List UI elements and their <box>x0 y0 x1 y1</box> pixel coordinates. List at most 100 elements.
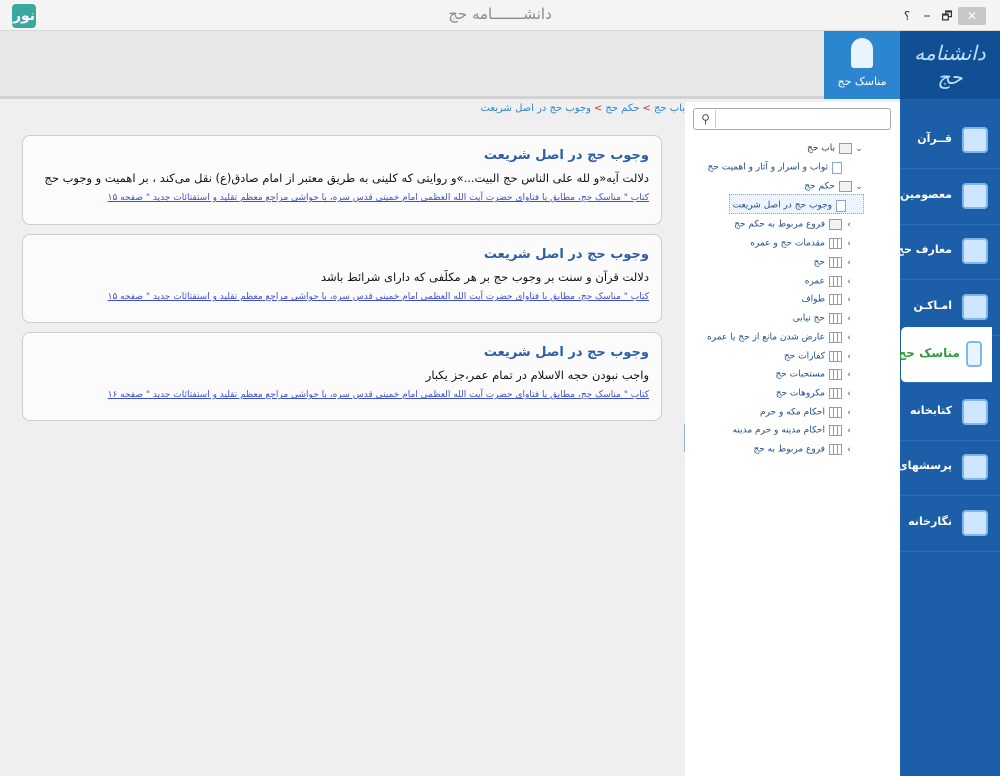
tree-item[interactable]: ⌄ حکم حج <box>804 176 866 196</box>
breadcrumb-separator: > <box>642 103 651 114</box>
expand-chevron-icon[interactable]: › <box>842 426 856 436</box>
expand-chevron-icon[interactable]: › <box>842 389 856 399</box>
result-card[interactable]: وجوب حج در اصل شریعت دلالت قرآن و سنت بر … <box>22 234 662 323</box>
expand-chevron-icon[interactable]: › <box>842 258 856 268</box>
expand-chevron-icon[interactable]: › <box>842 333 856 343</box>
tree-item-label: حج <box>813 257 825 268</box>
card-body: دلالت آیه«و لله علی الناس حج البیت...»و … <box>44 171 649 185</box>
book-icon <box>829 276 842 287</box>
brand-logo: دانشنامه حج <box>900 31 1000 99</box>
expand-chevron-icon[interactable]: › <box>842 220 856 230</box>
nav-item-1[interactable]: معصومین <box>900 169 1000 225</box>
kaaba-icon <box>962 238 988 264</box>
book-icon <box>829 351 842 362</box>
tree-item-label: فروع مربوط به حکم حج <box>734 219 825 230</box>
card-source-link[interactable]: کتاب " مناسک حج، مطابق با فتاوای حضرت آی… <box>35 390 649 400</box>
tree-item-label: ثواب و اسرار و آثار و اهمیت حج <box>707 162 828 173</box>
tree-item[interactable]: › مقدمات حج و عمره <box>750 233 856 253</box>
book-icon <box>829 407 842 418</box>
expand-chevron-icon[interactable]: › <box>842 277 856 287</box>
expand-chevron-icon[interactable]: › <box>842 295 856 305</box>
nav-item-2[interactable]: معارف حج <box>896 224 1000 280</box>
tree-item[interactable]: › مستحبات حج <box>775 364 856 384</box>
window-title: دانشـــــــامه حج <box>448 5 552 23</box>
close-button[interactable]: ✕ <box>958 7 986 25</box>
folder-icon <box>829 219 842 230</box>
book-icon <box>829 294 842 305</box>
tree-item-label: عارض شدن مانع از حج یا عمره <box>707 332 825 343</box>
tree-item[interactable]: ثواب و اسرار و آثار و اهمیت حج <box>707 157 856 177</box>
tree-item-label: فروع مربوط به حج <box>753 444 825 455</box>
card-source-link[interactable]: کتاب " مناسک حج، مطابق با فتاوای حضرت آی… <box>35 193 649 203</box>
minimize-button[interactable]: – <box>916 7 938 25</box>
tree-item-label: مستحبات حج <box>775 369 825 380</box>
expand-chevron-icon[interactable]: ⌄ <box>852 182 866 192</box>
top-banner: مناسک حج <box>0 31 900 99</box>
tree-item[interactable]: › عمره <box>805 271 856 291</box>
tree-item-label: حج نیابی <box>792 313 825 324</box>
breadcrumb-item[interactable]: وجوب حج در اصل شریعت <box>481 103 591 114</box>
restore-button[interactable]: 🗗 <box>936 7 958 25</box>
tree-item[interactable]: › عارض شدن مانع از حج یا عمره <box>707 327 856 347</box>
tree-item[interactable]: › طواف <box>801 289 856 309</box>
nav-item-6[interactable]: پرسشهای رایـج <box>868 440 1000 496</box>
tree-item[interactable]: › کفارات حج <box>784 346 856 366</box>
tree-item[interactable]: › فروع مربوط به حج <box>753 439 856 459</box>
tree-item-label: احکام مدینه و حرم مدینه <box>732 425 825 436</box>
tree-item-label: طواف <box>801 294 825 305</box>
help-button[interactable]: ؟ <box>896 7 918 25</box>
card-title: وجوب حج در اصل شریعت <box>483 148 649 163</box>
book-icon <box>829 257 842 268</box>
card-source-link[interactable]: کتاب " مناسک حج، مطابق با فتاوای حضرت آی… <box>35 292 649 302</box>
search-icon[interactable]: ⚲ <box>696 110 716 128</box>
nav-item-4[interactable]: مناسک حج <box>898 327 992 383</box>
expand-chevron-icon[interactable]: › <box>842 408 856 418</box>
doc-icon <box>832 161 842 174</box>
pilgrim-icon <box>966 341 982 367</box>
book-icon <box>829 238 842 249</box>
breadcrumb-item[interactable]: حکم حج <box>605 103 639 114</box>
expand-chevron-icon[interactable]: › <box>842 445 856 455</box>
nav-item-label: قــرآن <box>917 132 952 145</box>
tree-item[interactable]: › حج <box>814 252 856 272</box>
tree-search-box[interactable]: ⚲ <box>693 108 891 130</box>
expand-chevron-icon[interactable]: › <box>842 314 856 324</box>
tree-item[interactable]: وجوب حج در اصل شریعت <box>728 194 864 214</box>
library-icon <box>962 399 988 425</box>
faq-icon <box>962 454 988 480</box>
breadcrumb-item[interactable]: باب حج <box>654 103 685 114</box>
expand-chevron-icon[interactable]: › <box>842 352 856 362</box>
tree-item[interactable]: › فروع مربوط به حکم حج <box>734 214 856 234</box>
nav-item-7[interactable]: نگارخانه <box>900 496 1000 552</box>
tree-item[interactable]: › احکام مکه و حرم <box>760 402 856 422</box>
book-icon <box>829 388 842 399</box>
nav-item-5[interactable]: کتابخانه <box>900 385 1000 441</box>
nav-item-0[interactable]: قــرآن <box>900 113 1000 169</box>
shrine-icon <box>962 183 988 209</box>
book-icon <box>829 332 842 343</box>
main-nav: دانشنامه حج قــرآن معصومین معارف حج امـاکـن… <box>868 31 1000 776</box>
tree-item[interactable]: › حج نیابی <box>793 308 856 328</box>
nav-item-label: امـاکـن <box>913 299 952 312</box>
places-icon <box>962 294 988 320</box>
book-icon <box>829 444 842 455</box>
expand-chevron-icon[interactable]: ⌄ <box>852 144 866 154</box>
quran-icon <box>962 127 988 153</box>
tree-item-label: مکروهات حج <box>775 388 825 399</box>
card-title: وجوب حج در اصل شریعت <box>483 345 649 360</box>
folder-icon <box>839 143 852 154</box>
result-card[interactable]: وجوب حج در اصل شریعت واجب نبودن حجه الاسل… <box>22 332 662 421</box>
nav-item-label: معارف حج <box>896 243 952 256</box>
result-card[interactable]: وجوب حج در اصل شریعت دلالت آیه«و لله علی … <box>22 135 662 225</box>
expand-chevron-icon[interactable]: › <box>842 239 856 249</box>
nav-item-label: کتابخانه <box>909 404 952 417</box>
breadcrumb: باب حج>حکم حج>وجوب حج در اصل شریعت <box>380 103 685 114</box>
card-title: وجوب حج در اصل شریعت <box>483 247 649 262</box>
tree-item[interactable]: ⌄ باب حج <box>807 138 866 158</box>
tree-item[interactable]: › احکام مدینه و حرم مدینه <box>733 420 856 440</box>
folder-icon <box>839 181 852 192</box>
tab-manasek-hajj[interactable]: مناسک حج <box>824 31 900 99</box>
card-body: واجب نبودن حجه الاسلام در تمام عمر،جز یک… <box>425 368 649 382</box>
expand-chevron-icon[interactable]: › <box>842 370 856 380</box>
tree-item[interactable]: › مکروهات حج <box>776 383 856 403</box>
